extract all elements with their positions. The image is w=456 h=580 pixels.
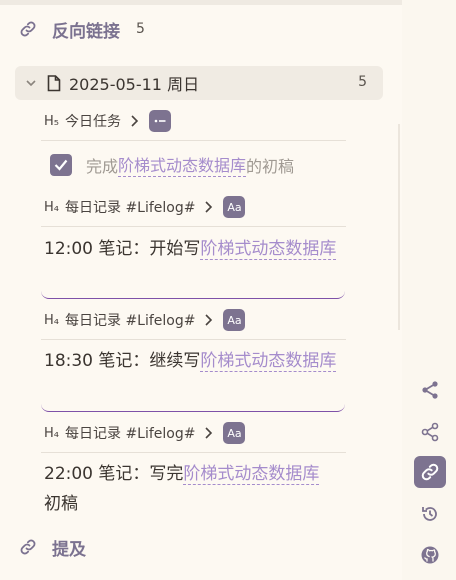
block-ref-link[interactable]: 阶梯式动态数据库 xyxy=(200,239,337,260)
backlinks-title: 反向链接 xyxy=(52,21,120,42)
share-icon xyxy=(421,422,439,442)
scroll-guide xyxy=(398,124,400,330)
divider xyxy=(41,339,346,340)
backlinks-count: 5 xyxy=(136,21,145,37)
backlinks-button[interactable] xyxy=(414,456,446,488)
task-prefix: 完成 xyxy=(86,156,119,176)
checkbox[interactable] xyxy=(50,153,72,176)
block-underline xyxy=(41,289,345,299)
graph-icon xyxy=(422,381,438,399)
block-ref-link[interactable]: 阶梯式动态数据库 xyxy=(183,464,320,485)
note-suffix: 初稿 xyxy=(44,494,78,514)
note-prefix: 18:30 笔记：继续写 xyxy=(44,351,201,371)
right-rail xyxy=(402,0,456,580)
top-divider xyxy=(0,0,405,5)
heading-level: H₄ xyxy=(44,425,59,441)
chevron-right-icon xyxy=(129,115,141,127)
backlinks-header[interactable]: 反向链接 5 xyxy=(18,14,398,44)
block-ref-link[interactable]: 阶梯式动态数据库 xyxy=(200,351,337,372)
text-block-icon[interactable]: Aa xyxy=(223,309,246,331)
breadcrumb-heading[interactable]: 今日任务 xyxy=(65,111,121,131)
document-icon xyxy=(47,74,63,92)
note-block: 22:00 笔记：写完阶梯式动态数据库初稿 xyxy=(44,459,344,519)
heading-level: H₅ xyxy=(44,113,59,129)
breadcrumb[interactable]: H₄ 每日记录 #Lifelog# Aa xyxy=(44,195,246,219)
task-suffix: 的初稿 xyxy=(246,156,295,176)
divider xyxy=(41,226,346,227)
heading-level: H₄ xyxy=(44,199,59,215)
github-icon xyxy=(421,546,439,564)
heading-level: H₄ xyxy=(44,312,59,328)
note-prefix: 12:00 笔记：开始写 xyxy=(44,239,201,259)
chevron-down-icon[interactable] xyxy=(23,75,39,91)
mentions-title: 提及 xyxy=(52,539,86,560)
history-button[interactable] xyxy=(414,498,446,530)
document-ref-count: 5 xyxy=(358,74,367,90)
breadcrumb-heading[interactable]: 每日记录 #Lifelog# xyxy=(65,310,195,330)
link-icon xyxy=(18,19,38,39)
share-button[interactable] xyxy=(414,416,446,448)
note-block: 18:30 笔记：继续写阶梯式动态数据库 xyxy=(44,346,344,376)
graph-button[interactable] xyxy=(414,374,446,406)
list-icon[interactable] xyxy=(149,110,171,132)
mentions-header[interactable]: 提及 xyxy=(18,532,86,562)
divider xyxy=(41,140,346,141)
block-underline xyxy=(41,402,345,412)
block-ref-link[interactable]: 阶梯式动态数据库 xyxy=(118,152,247,177)
task-item: 完成 阶梯式动态数据库 的初稿 xyxy=(50,152,294,177)
divider xyxy=(41,452,346,453)
breadcrumb[interactable]: H₅ 今日任务 xyxy=(44,109,171,133)
history-icon xyxy=(422,507,437,521)
chevron-right-icon xyxy=(203,314,215,326)
link-icon xyxy=(18,537,38,557)
note-block: 12:00 笔记：开始写阶梯式动态数据库 xyxy=(44,234,344,264)
breadcrumb[interactable]: H₄ 每日记录 #Lifelog# Aa xyxy=(44,308,246,332)
breadcrumb[interactable]: H₄ 每日记录 #Lifelog# Aa xyxy=(44,421,246,445)
chevron-right-icon xyxy=(203,427,215,439)
text-block-icon[interactable]: Aa xyxy=(223,422,246,444)
breadcrumb-heading[interactable]: 每日记录 #Lifelog# xyxy=(65,423,195,443)
link-icon xyxy=(421,463,439,481)
text-block-icon[interactable]: Aa xyxy=(223,196,246,218)
document-title: 2025-05-11 周日 xyxy=(69,75,200,94)
breadcrumb-heading[interactable]: 每日记录 #Lifelog# xyxy=(65,197,195,217)
github-button[interactable] xyxy=(414,539,446,571)
chevron-right-icon xyxy=(203,201,215,213)
note-prefix: 22:00 笔记：写完 xyxy=(44,464,184,484)
document-row[interactable]: 2025-05-11 周日 5 xyxy=(15,66,383,100)
